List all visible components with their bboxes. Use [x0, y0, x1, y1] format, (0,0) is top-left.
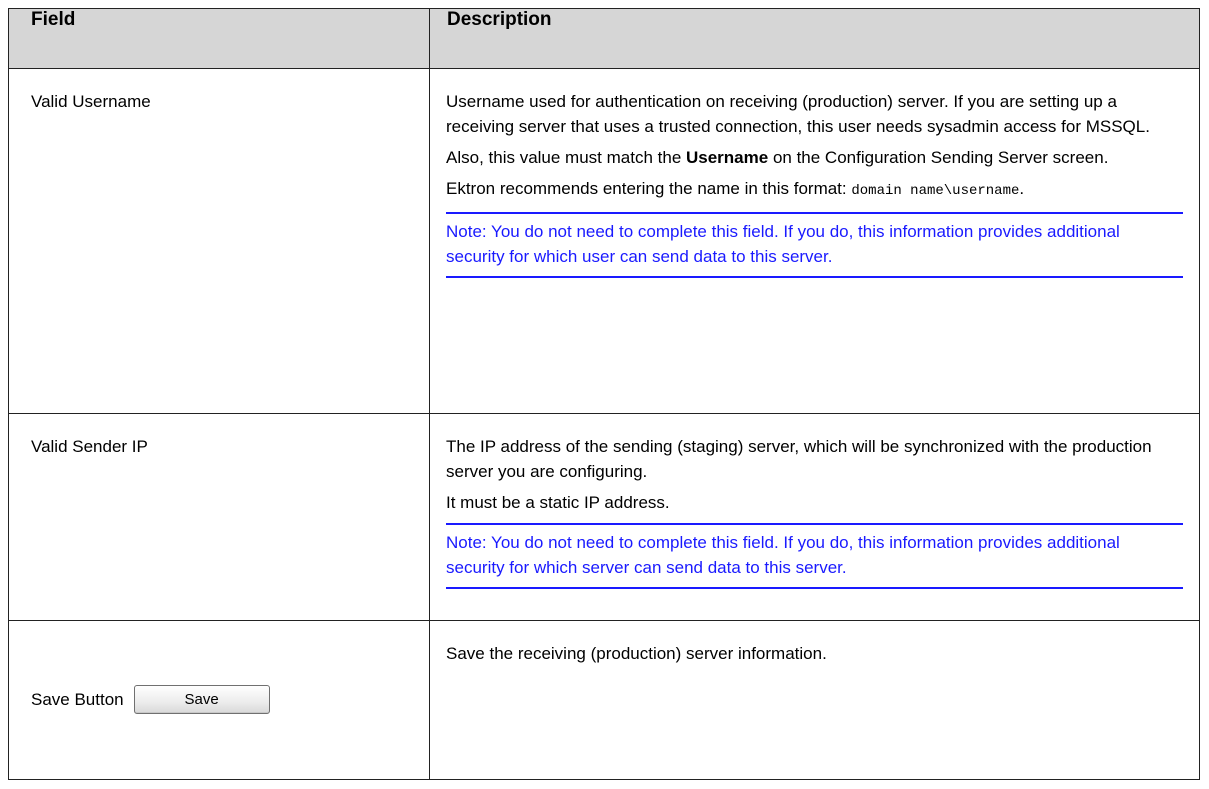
field-name-label: Save Button [31, 689, 124, 709]
description-paragraph: It must be a static IP address. [446, 493, 670, 512]
description-paragraph: Username used for authentication on rece… [446, 92, 1150, 136]
field-description-table: Field Description Valid Username Usernam… [8, 8, 1200, 780]
field-column-header: Field [8, 8, 430, 69]
code-format-example: domain name\username [851, 183, 1020, 199]
table-row-save-button: Save Button Save Save the receiving (pro… [8, 620, 1200, 780]
note-box: Note: You do not need to complete this f… [446, 523, 1183, 589]
table-row-valid-sender-ip: Valid Sender IP The IP address of the se… [8, 413, 1200, 621]
save-button[interactable]: Save [133, 685, 270, 714]
description-column-header: Description [429, 8, 1200, 69]
description-cell: Save the receiving (production) server i… [429, 620, 1200, 780]
bold-term: Username [686, 148, 769, 167]
description-cell: The IP address of the sending (staging) … [429, 413, 1200, 621]
description-text: Ektron recommends entering the name in t… [446, 179, 852, 198]
description-cell: Username used for authentication on rece… [429, 68, 1200, 414]
field-name-cell: Valid Sender IP [8, 413, 430, 621]
description-paragraph: Save the receiving (production) server i… [446, 644, 827, 663]
table-row-valid-username: Valid Username Username used for authent… [8, 68, 1200, 414]
note-box: Note: You do not need to complete this f… [446, 212, 1183, 278]
field-name-cell: Valid Username [8, 68, 430, 414]
description-text: Also, this value must match the [446, 148, 686, 167]
description-text: . [1019, 179, 1025, 198]
table-header-row: Field Description [8, 8, 1200, 69]
field-name-cell: Save Button Save [8, 620, 430, 780]
description-paragraph: Ektron recommends entering the name in t… [446, 176, 1183, 204]
save-field-wrap: Save Button Save [31, 685, 419, 714]
description-paragraph: The IP address of the sending (staging) … [446, 437, 1152, 481]
description-paragraph: Also, this value must match the Username… [446, 145, 1183, 170]
description-text: on the Configuration Sending Server scre… [768, 148, 1109, 167]
